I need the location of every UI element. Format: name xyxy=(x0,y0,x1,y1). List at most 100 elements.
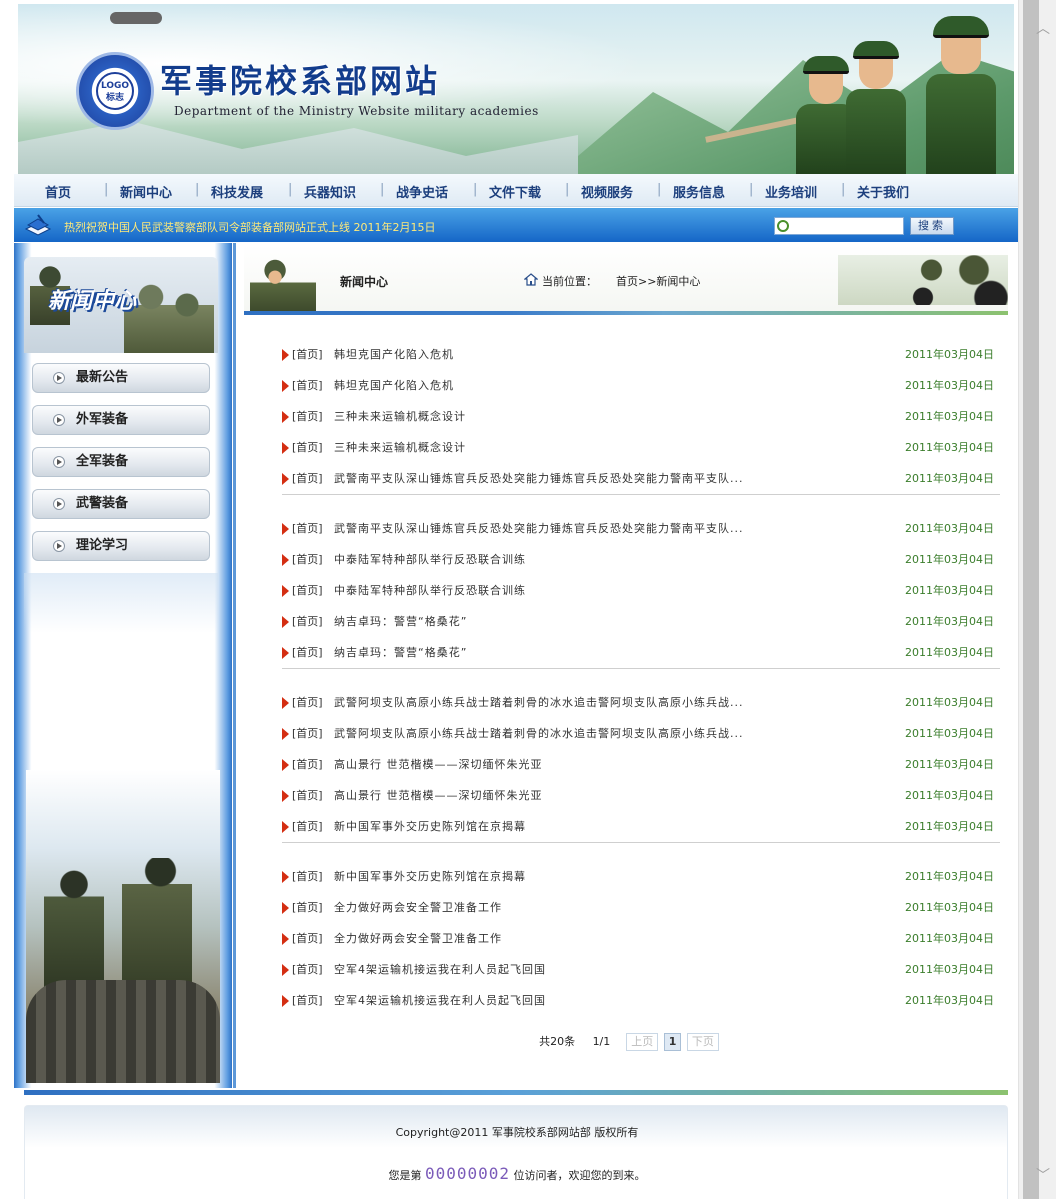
news-category[interactable]: [首页] xyxy=(292,861,323,892)
news-category[interactable]: [首页] xyxy=(292,892,323,923)
scroll-up-icon[interactable]: ︿ xyxy=(1036,18,1050,38)
news-title-link[interactable]: 高山景行 世范楷模——深切缅怀朱光亚 xyxy=(334,749,543,780)
news-category[interactable]: [首页] xyxy=(292,513,323,544)
bullet-arrow-icon xyxy=(282,523,289,535)
sidebar-item-police-equipment[interactable]: 武警装备 xyxy=(32,489,210,519)
news-row[interactable]: [首页] 三种未来运输机概念设计 2011年03月04日 xyxy=(282,432,1000,463)
announcement-text[interactable]: 热烈祝贺中国人民武装警察部队司令部装备部网站正式上线 2011年2月15日 xyxy=(64,219,435,235)
news-title-link[interactable]: 武警阿坝支队高原小练兵战士踏着刺骨的冰水追击警阿坝支队高原小练兵战... xyxy=(334,687,744,718)
nav-item-about[interactable]: 关于我们 xyxy=(857,182,909,201)
news-category[interactable]: [首页] xyxy=(292,923,323,954)
pager-prev-button[interactable]: 上页 xyxy=(626,1033,659,1051)
breadcrumb-label: 当前位置： xyxy=(542,275,597,288)
news-category[interactable]: [首页] xyxy=(292,687,323,718)
news-title-link[interactable]: 三种未来运输机概念设计 xyxy=(334,401,466,432)
pager-current-page[interactable]: 1 xyxy=(663,1033,682,1051)
nav-item-video[interactable]: 视频服务 xyxy=(581,182,633,201)
news-title-link[interactable]: 韩坦克国产化陷入危机 xyxy=(334,370,454,401)
news-title-link[interactable]: 纳吉卓玛：警营“格桑花” xyxy=(334,606,467,637)
news-title-link[interactable]: 全力做好两会安全警卫准备工作 xyxy=(334,923,502,954)
news-row[interactable]: [首页] 中泰陆军特种部队举行反恐联合训练 2011年03月04日 xyxy=(282,575,1000,606)
news-row[interactable]: [首页] 高山景行 世范楷模——深切缅怀朱光亚 2011年03月04日 xyxy=(282,749,1000,780)
news-row[interactable]: [首页] 高山景行 世范楷模——深切缅怀朱光亚 2011年03月04日 xyxy=(282,780,1000,811)
news-title-link[interactable]: 高山景行 世范楷模——深切缅怀朱光亚 xyxy=(334,780,543,811)
news-title-link[interactable]: 武警阿坝支队高原小练兵战士踏着刺骨的冰水追击警阿坝支队高原小练兵战... xyxy=(334,718,744,749)
news-title-link[interactable]: 新中国军事外交历史陈列馆在京揭幕 xyxy=(334,811,526,842)
scrollbar-thumb[interactable] xyxy=(1023,0,1039,1199)
header-banner: LOGO 标志 军事院校系部网站 Department of the Minis… xyxy=(18,4,1014,174)
news-title-link[interactable]: 纳吉卓玛：警营“格桑花” xyxy=(334,637,467,668)
news-row[interactable]: [首页] 中泰陆军特种部队举行反恐联合训练 2011年03月04日 xyxy=(282,544,1000,575)
news-category[interactable]: [首页] xyxy=(292,780,323,811)
nav-item-service-info[interactable]: 服务信息 xyxy=(673,182,725,201)
visitor-counter: 您是第 00000002 位访问者，欢迎您的到来。 xyxy=(25,1164,1009,1183)
bullet-arrow-icon xyxy=(282,759,289,771)
news-title-link[interactable]: 武警南平支队深山锤炼官兵反恐处突能力锤炼官兵反恐处突能力警南平支队... xyxy=(334,463,744,494)
search-input[interactable] xyxy=(791,219,901,233)
news-category[interactable]: [首页] xyxy=(292,339,323,370)
sidebar-item-foreign-equipment[interactable]: 外军装备 xyxy=(32,405,210,435)
nav-item-downloads[interactable]: 文件下载 xyxy=(489,182,541,201)
news-title-link[interactable]: 全力做好两会安全警卫准备工作 xyxy=(334,892,502,923)
nav-item-news[interactable]: 新闻中心 xyxy=(120,182,172,201)
news-category[interactable]: [首页] xyxy=(292,985,323,1016)
news-row[interactable]: [首页] 武警阿坝支队高原小练兵战士踏着刺骨的冰水追击警阿坝支队高原小练兵战...… xyxy=(282,687,1000,718)
search-icon xyxy=(777,220,789,232)
news-row[interactable]: [首页] 韩坦克国产化陷入危机 2011年03月04日 xyxy=(282,370,1000,401)
news-row[interactable]: [首页] 全力做好两会安全警卫准备工作 2011年03月04日 xyxy=(282,923,1000,954)
scroll-down-icon[interactable]: ﹀ xyxy=(1036,1165,1050,1185)
page: LOGO 标志 军事院校系部网站 Department of the Minis… xyxy=(14,0,1018,1199)
news-row[interactable]: [首页] 韩坦克国产化陷入危机 2011年03月04日 xyxy=(282,339,1000,370)
nav-item-home[interactable]: 首页 xyxy=(45,182,71,201)
pager-next-button[interactable]: 下页 xyxy=(686,1033,719,1051)
news-category[interactable]: [首页] xyxy=(292,575,323,606)
news-row[interactable]: [首页] 纳吉卓玛：警营“格桑花” 2011年03月04日 xyxy=(282,606,1000,637)
news-row[interactable]: [首页] 新中国军事外交历史陈列馆在京揭幕 2011年03月04日 xyxy=(282,811,1000,842)
search-button[interactable]: 搜索 xyxy=(910,217,954,235)
breadcrumb[interactable]: 首页>>新闻中心 xyxy=(616,273,700,289)
news-row[interactable]: [首页] 全力做好两会安全警卫准备工作 2011年03月04日 xyxy=(282,892,1000,923)
news-category[interactable]: [首页] xyxy=(292,749,323,780)
news-row[interactable]: [首页] 武警阿坝支队高原小练兵战士踏着刺骨的冰水追击警阿坝支队高原小练兵战...… xyxy=(282,718,1000,749)
news-title-link[interactable]: 韩坦克国产化陷入危机 xyxy=(334,339,454,370)
news-date: 2011年03月04日 xyxy=(905,615,994,628)
news-title-link[interactable]: 空军4架运输机接运我在利人员起飞回国 xyxy=(334,985,546,1016)
footer: Copyright@2011 军事院校系部网站部 版权所有 您是第 000000… xyxy=(24,1105,1008,1199)
news-row[interactable]: [首页] 三种未来运输机概念设计 2011年03月04日 xyxy=(282,401,1000,432)
site-logo[interactable]: LOGO 标志 xyxy=(76,52,154,130)
nav-item-training[interactable]: 业务培训 xyxy=(765,182,817,201)
news-row[interactable]: [首页] 武警南平支队深山锤炼官兵反恐处突能力锤炼官兵反恐处突能力警南平支队...… xyxy=(282,513,1000,544)
vertical-scrollbar[interactable]: ︿ ﹀ xyxy=(1018,0,1056,1199)
news-category[interactable]: [首页] xyxy=(292,370,323,401)
nav-item-tech[interactable]: 科技发展 xyxy=(211,182,263,201)
news-title-link[interactable]: 新中国军事外交历史陈列馆在京揭幕 xyxy=(334,861,526,892)
news-date: 2011年03月04日 xyxy=(905,727,994,740)
nav-item-history[interactable]: 战争史话 xyxy=(396,182,448,201)
sidebar-item-theory[interactable]: 理论学习 xyxy=(32,531,210,561)
news-category[interactable]: [首页] xyxy=(292,606,323,637)
news-category[interactable]: [首页] xyxy=(292,401,323,432)
news-category[interactable]: [首页] xyxy=(292,637,323,668)
sidebar-item-latest-notice[interactable]: 最新公告 xyxy=(32,363,210,393)
news-row[interactable]: [首页] 纳吉卓玛：警营“格桑花” 2011年03月04日 xyxy=(282,637,1000,668)
news-row[interactable]: [首页] 武警南平支队深山锤炼官兵反恐处突能力锤炼官兵反恐处突能力警南平支队...… xyxy=(282,463,1000,494)
nav-item-weapons[interactable]: 兵器知识 xyxy=(304,182,356,201)
news-category[interactable]: [首页] xyxy=(292,811,323,842)
news-category[interactable]: [首页] xyxy=(292,432,323,463)
news-row[interactable]: [首页] 空军4架运输机接运我在利人员起飞回国 2011年03月04日 xyxy=(282,954,1000,985)
news-title-link[interactable]: 中泰陆军特种部队举行反恐联合训练 xyxy=(334,575,526,606)
news-category[interactable]: [首页] xyxy=(292,718,323,749)
news-title-link[interactable]: 空军4架运输机接运我在利人员起飞回国 xyxy=(334,954,546,985)
news-row[interactable]: [首页] 新中国军事外交历史陈列馆在京揭幕 2011年03月04日 xyxy=(282,861,1000,892)
news-category[interactable]: [首页] xyxy=(292,954,323,985)
visit-suffix: 位访问者，欢迎您的到来。 xyxy=(513,1169,646,1182)
news-title-link[interactable]: 三种未来运输机概念设计 xyxy=(334,432,466,463)
sidebar-item-army-equipment[interactable]: 全军装备 xyxy=(32,447,210,477)
news-title-link[interactable]: 中泰陆军特种部队举行反恐联合训练 xyxy=(334,544,526,575)
search-field[interactable] xyxy=(774,217,904,235)
news-category[interactable]: [首页] xyxy=(292,544,323,575)
news-row[interactable]: [首页] 空军4架运输机接运我在利人员起飞回国 2011年03月04日 xyxy=(282,985,1000,1016)
news-category[interactable]: [首页] xyxy=(292,463,323,494)
news-title-link[interactable]: 武警南平支队深山锤炼官兵反恐处突能力锤炼官兵反恐处突能力警南平支队... xyxy=(334,513,744,544)
sidebar-item-label: 外军装备 xyxy=(76,412,129,427)
